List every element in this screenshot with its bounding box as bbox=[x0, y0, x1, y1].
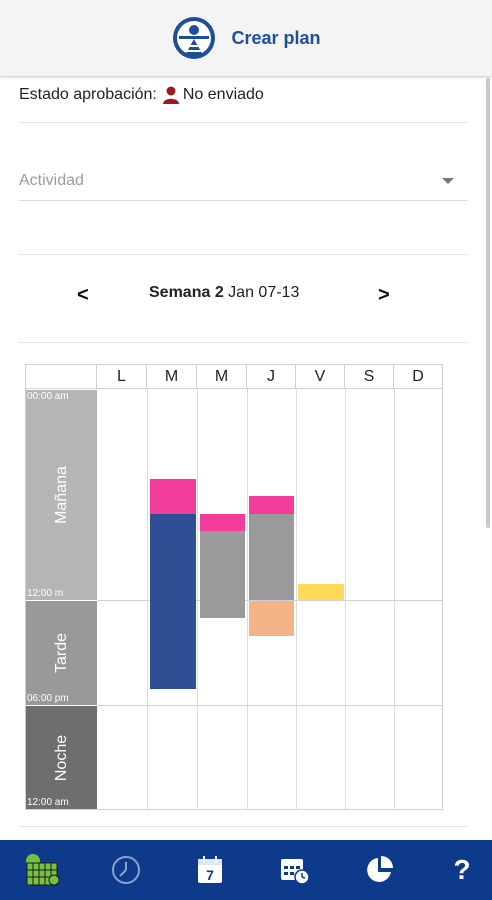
next-week-button[interactable]: > bbox=[378, 284, 390, 307]
activity-block-tue-blue[interactable] bbox=[150, 514, 196, 689]
approval-status: Estado aprobación: No enviado bbox=[19, 86, 264, 104]
app-header: Crear plan bbox=[0, 0, 492, 77]
person-icon bbox=[162, 86, 179, 104]
period-afternoon: Tarde 06:00 pm bbox=[26, 601, 97, 705]
chevron-down-icon bbox=[442, 178, 454, 184]
schedule-grid: L M M J V S D 00:00 am Mañana 12:00 m Ta… bbox=[25, 364, 443, 810]
divider bbox=[19, 342, 468, 343]
activity-block-thu-pink[interactable] bbox=[249, 496, 294, 514]
calendar-grid-icon[interactable] bbox=[22, 852, 62, 888]
day-column-sun[interactable] bbox=[394, 389, 442, 809]
week-number: Semana 2 bbox=[149, 284, 224, 301]
day-header-wed: M bbox=[197, 365, 247, 389]
grid-corner bbox=[26, 365, 97, 389]
divider bbox=[19, 826, 468, 827]
activity-block-wed-gray[interactable] bbox=[200, 531, 245, 618]
activity-placeholder: Actividad bbox=[19, 172, 84, 189]
day-header-sat: S bbox=[345, 365, 394, 389]
divider bbox=[19, 122, 468, 123]
day-header-sun: D bbox=[394, 365, 442, 389]
day-header-thu: J bbox=[247, 365, 296, 389]
activity-block-thu-gray[interactable] bbox=[249, 514, 294, 600]
day-7-calendar-icon[interactable]: 7 bbox=[190, 852, 230, 888]
calendar-clock-icon[interactable] bbox=[275, 852, 315, 888]
divider bbox=[19, 254, 468, 255]
clock-icon[interactable] bbox=[106, 852, 146, 888]
prev-week-button[interactable]: < bbox=[77, 284, 89, 307]
help-icon[interactable]: ? bbox=[442, 852, 482, 888]
week-label: Semana 2 Jan 07-13 bbox=[149, 284, 299, 302]
bottom-nav: 7 ? bbox=[0, 840, 492, 900]
period-afternoon-end: 06:00 pm bbox=[27, 693, 69, 704]
period-night-label: Noche bbox=[52, 734, 70, 781]
activity-block-tue-pink[interactable] bbox=[150, 479, 196, 514]
pie-chart-icon[interactable] bbox=[359, 852, 399, 888]
period-morning: 00:00 am Mañana 12:00 m bbox=[26, 390, 97, 600]
period-morning-start: 00:00 am bbox=[27, 391, 69, 402]
period-morning-end: 12:00 m bbox=[27, 588, 64, 599]
period-morning-label: Mañana bbox=[52, 466, 70, 524]
day-number: 7 bbox=[206, 867, 214, 883]
period-divider bbox=[97, 705, 442, 706]
day-header-mon: L bbox=[97, 365, 147, 389]
period-night: Noche 12:00 am bbox=[26, 706, 97, 809]
activity-block-wed-pink[interactable] bbox=[200, 514, 245, 531]
week-range: Jan 07-13 bbox=[228, 284, 300, 301]
period-night-end: 12:00 am bbox=[27, 797, 69, 808]
day-column-mon[interactable] bbox=[97, 389, 148, 809]
activity-block-fri-yellow[interactable] bbox=[298, 584, 344, 600]
day-header-fri: V bbox=[296, 365, 345, 389]
activity-block-thu-orange[interactable] bbox=[249, 601, 294, 636]
day-column-sat[interactable] bbox=[345, 389, 395, 809]
scrollbar[interactable] bbox=[486, 78, 490, 528]
company-logo-icon bbox=[173, 17, 216, 59]
week-navigator: < Semana 2 Jan 07-13 > bbox=[19, 272, 468, 322]
period-afternoon-label: Tarde bbox=[52, 632, 70, 674]
day-header-tue: M bbox=[147, 365, 197, 389]
approval-status-value: No enviado bbox=[182, 86, 264, 103]
approval-status-label: Estado aprobación: bbox=[19, 86, 157, 103]
activity-select[interactable]: Actividad bbox=[19, 162, 468, 201]
help-label: ? bbox=[453, 854, 471, 885]
page-title: Crear plan bbox=[231, 27, 321, 48]
